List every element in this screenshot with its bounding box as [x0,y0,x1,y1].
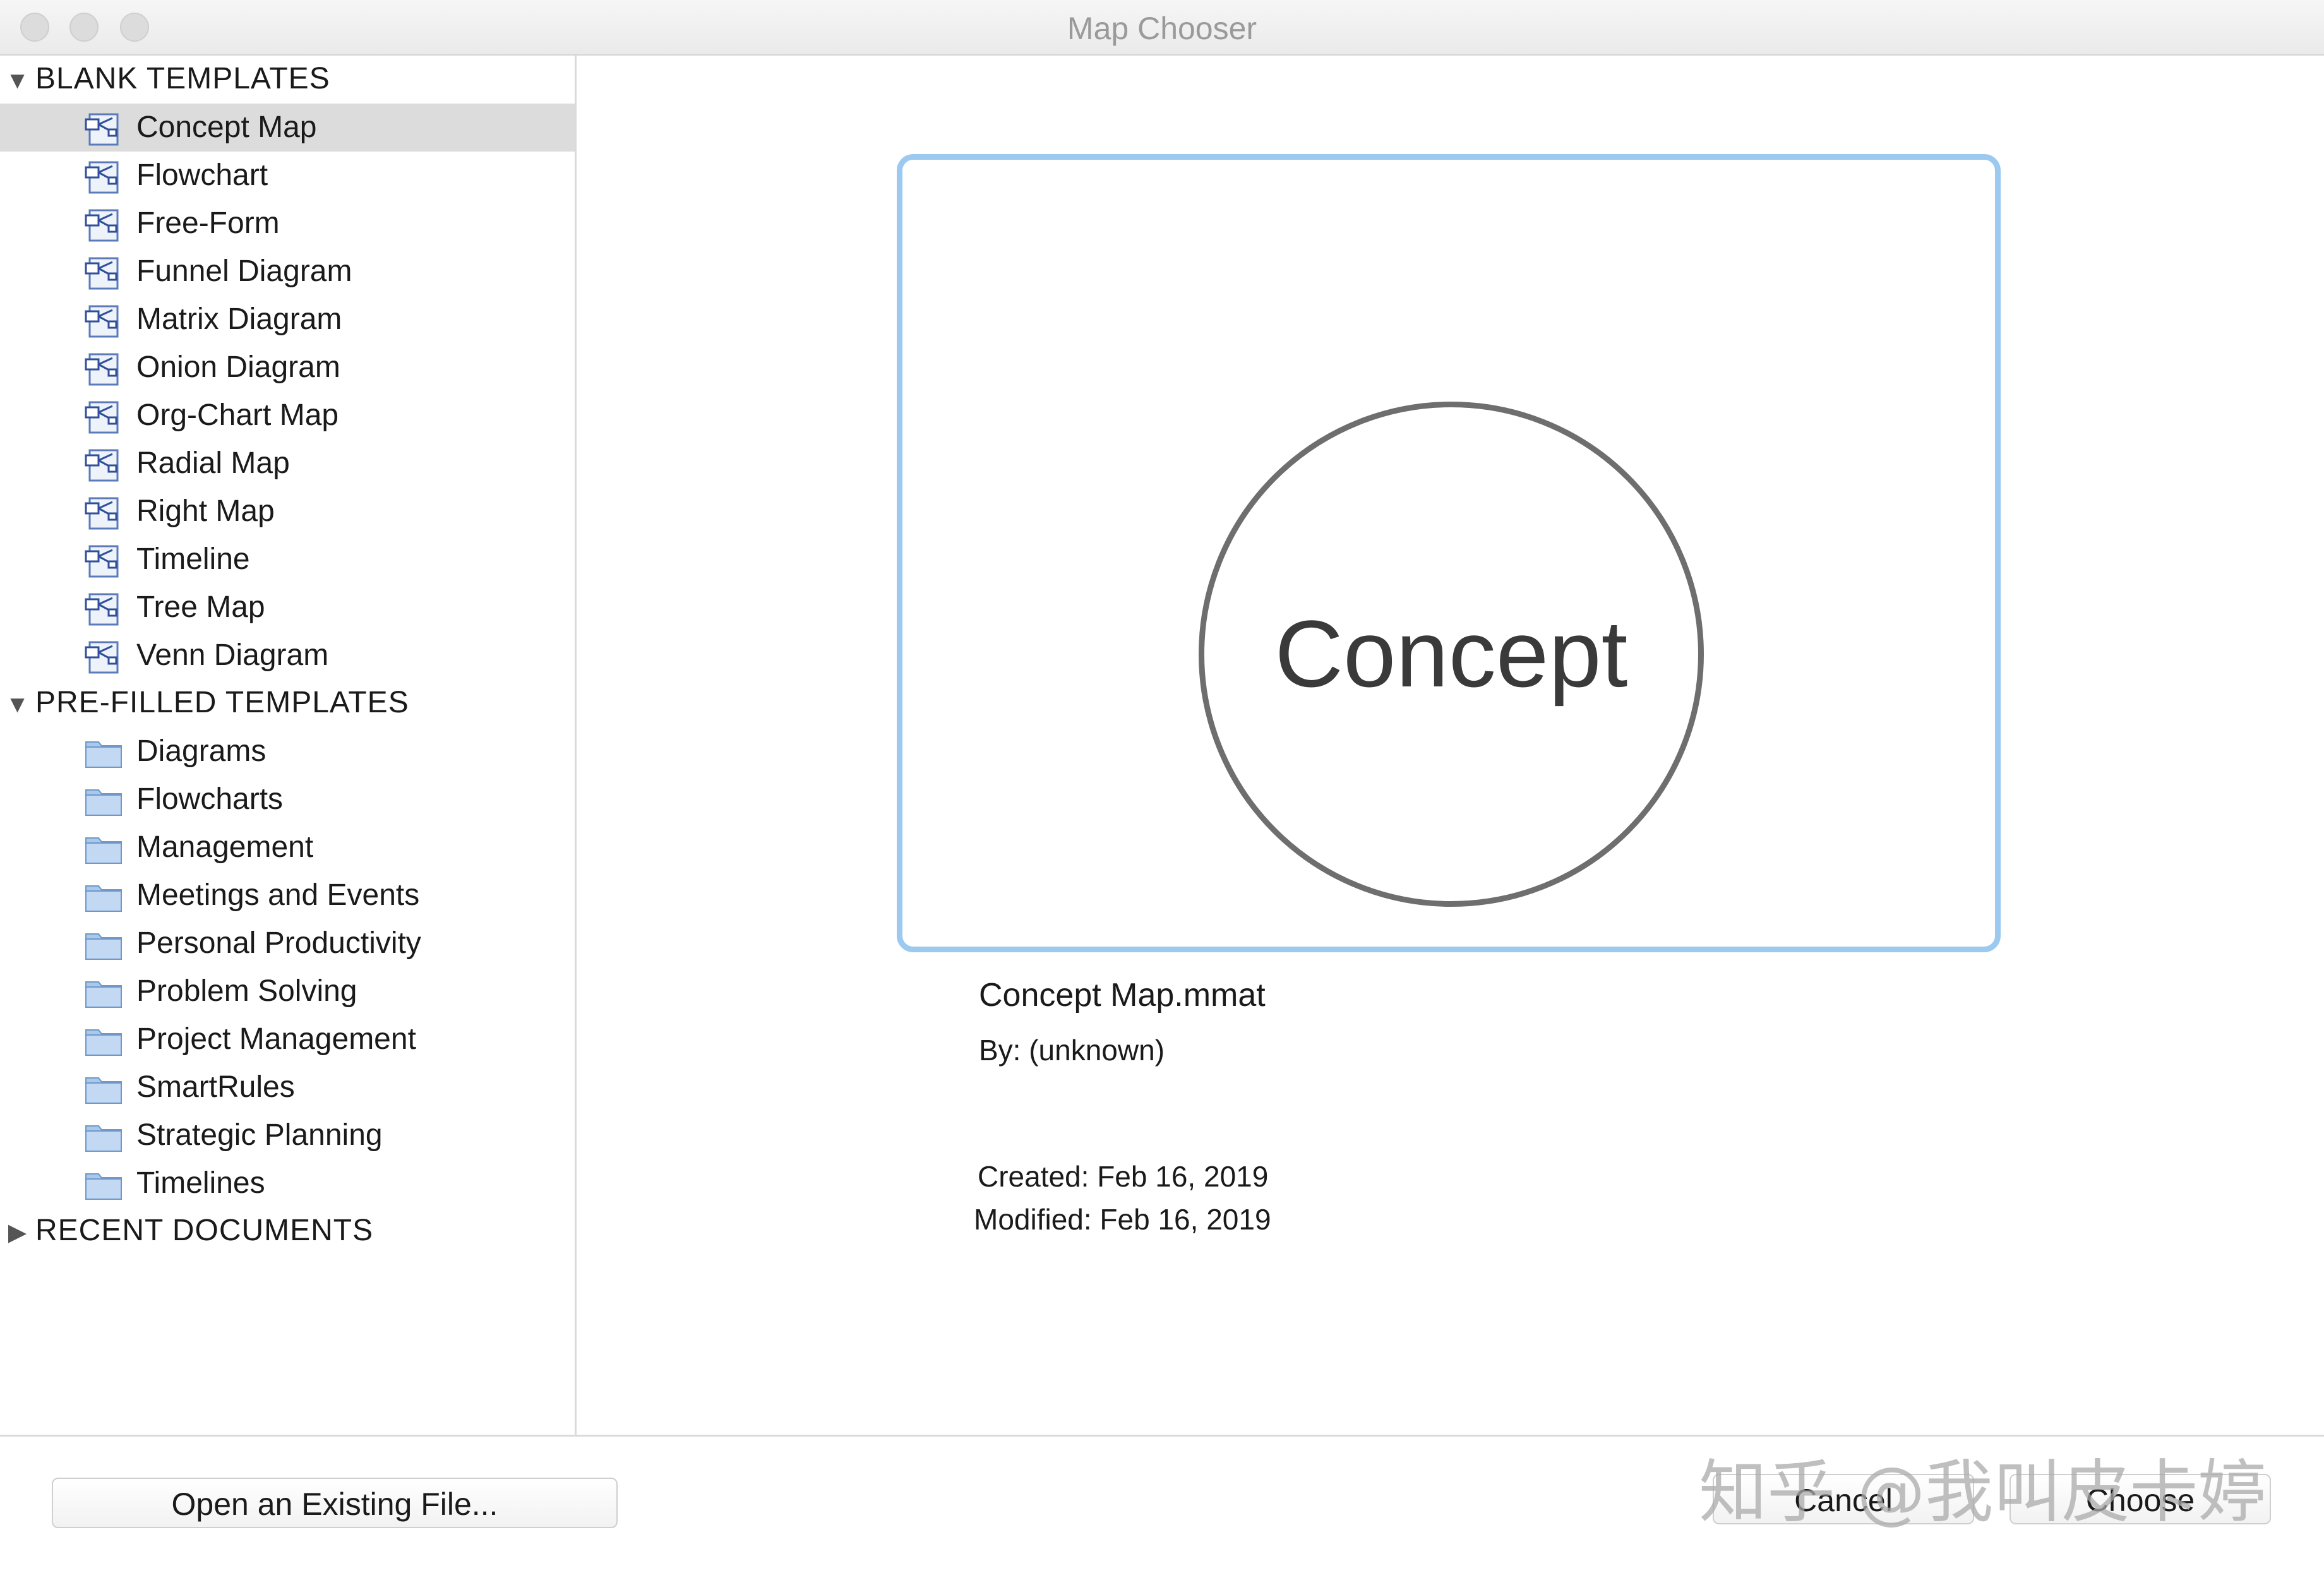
sidebar-item-label: Project Management [136,1022,416,1056]
sidebar-item-meetings-and-events[interactable]: Meetings and Events [0,871,575,919]
sidebar-item-smartrules[interactable]: SmartRules [0,1063,575,1111]
sidebar-item-label: Onion Diagram [136,350,340,384]
sidebar-item-label: Timeline [136,542,250,576]
sidebar-item-label: Personal Productivity [136,926,421,960]
sidebar-item-personal-productivity[interactable]: Personal Productivity [0,919,575,967]
sidebar-item-label: Matrix Diagram [136,302,342,336]
sidebar-item-management[interactable]: Management [0,823,575,871]
template-file-icon [85,208,123,242]
sidebar-item-label: Timelines [136,1166,265,1200]
template-file-icon [85,592,123,626]
sidebar-item-concept-map[interactable]: Concept Map [0,104,575,152]
sidebar-item-right-map[interactable]: Right Map [0,487,575,535]
folder-icon [85,1168,123,1201]
disclosure-open-icon[interactable]: ▼ [0,684,35,726]
template-file-icon [85,112,123,146]
sidebar-item-label: SmartRules [136,1070,295,1104]
sidebar-item-label: Free-Form [136,206,280,240]
template-file-icon [85,304,123,338]
folder-icon [85,976,123,1009]
section-label: RECENT DOCUMENTS [35,1214,374,1247]
sidebar-item-label: Tree Map [136,590,265,624]
sidebar-item-label: Flowchart [136,158,268,192]
section-recent-documents[interactable]: ▶ RECENT DOCUMENTS [0,1210,373,1252]
template-file-icon [85,352,123,386]
sidebar-item-label: Funnel Diagram [136,254,352,288]
folder-icon [85,1120,123,1153]
concept-node-text: Concept [1274,601,1628,707]
folder-icon [85,928,123,961]
sidebar-item-label: Strategic Planning [136,1118,383,1152]
sidebar-item-label: Diagrams [136,734,267,768]
watermark-text: 知乎 @我叫皮卡婷 [1699,1453,2267,1532]
template-file-icon [85,496,123,530]
template-sidebar[interactable]: ▼ BLANK TEMPLATES Concept Map Flowchart Fre… [0,56,577,1435]
preview-modified-date: Modified: Feb 16, 2019 [974,1203,1271,1236]
template-file-icon [85,448,123,482]
sidebar-item-label: Venn Diagram [136,638,329,672]
sidebar-item-tree-map[interactable]: Tree Map [0,583,575,631]
section-blank-templates[interactable]: ▼ BLANK TEMPLATES [0,58,330,100]
folder-icon [85,736,123,769]
folder-icon [85,1072,123,1105]
preview-author: By: (unknown) [979,1034,1165,1067]
sidebar-item-free-form[interactable]: Free-Form [0,200,575,248]
section-label: PRE-FILLED TEMPLATES [35,686,409,719]
sidebar-item-timeline[interactable]: Timeline [0,535,575,583]
sidebar-item-strategic-planning[interactable]: Strategic Planning [0,1111,575,1159]
template-file-icon [85,256,123,290]
sidebar-item-matrix-diagram[interactable]: Matrix Diagram [0,296,575,344]
sidebar-item-diagrams[interactable]: Diagrams [0,727,575,775]
sidebar-item-radial-map[interactable]: Radial Map [0,440,575,487]
preview-created-date: Created: Feb 16, 2019 [978,1160,1269,1193]
template-file-icon [85,640,123,674]
sidebar-item-timelines[interactable]: Timelines [0,1159,575,1207]
sidebar-item-label: Management [136,830,314,864]
sidebar-item-flowchart[interactable]: Flowchart [0,152,575,200]
sidebar-item-label: Org-Chart Map [136,398,339,432]
open-existing-file-button[interactable]: Open an Existing File... [52,1478,618,1528]
sidebar-item-funnel-diagram[interactable]: Funnel Diagram [0,248,575,296]
template-file-icon [85,400,123,434]
sidebar-item-label: Problem Solving [136,974,357,1008]
sidebar-item-label: Meetings and Events [136,878,420,912]
sidebar-item-org-chart-map[interactable]: Org-Chart Map [0,392,575,440]
template-file-icon [85,160,123,194]
folder-icon [85,832,123,865]
folder-icon [85,1024,123,1057]
sidebar-item-venn-diagram[interactable]: Venn Diagram [0,631,575,679]
sidebar-item-label: Radial Map [136,446,290,480]
sidebar-item-onion-diagram[interactable]: Onion Diagram [0,344,575,392]
sidebar-item-flowcharts[interactable]: Flowcharts [0,775,575,823]
sidebar-item-label: Concept Map [136,111,317,144]
folder-icon [85,784,123,817]
disclosure-closed-icon[interactable]: ▶ [0,1212,35,1253]
disclosure-open-icon[interactable]: ▼ [0,60,35,102]
sidebar-item-problem-solving[interactable]: Problem Solving [0,967,575,1015]
section-label: BLANK TEMPLATES [35,62,330,95]
sidebar-item-project-management[interactable]: Project Management [0,1015,575,1063]
preview-filename: Concept Map.mmat [979,977,1266,1014]
sidebar-item-label: Flowcharts [136,782,284,816]
folder-icon [85,880,123,913]
section-prefilled-templates[interactable]: ▼ PRE-FILLED TEMPLATES [0,682,409,724]
template-file-icon [85,544,123,578]
sidebar-item-label: Right Map [136,494,275,528]
title-bar: Map Chooser [0,0,2324,56]
window-title: Map Chooser [1067,11,1257,46]
